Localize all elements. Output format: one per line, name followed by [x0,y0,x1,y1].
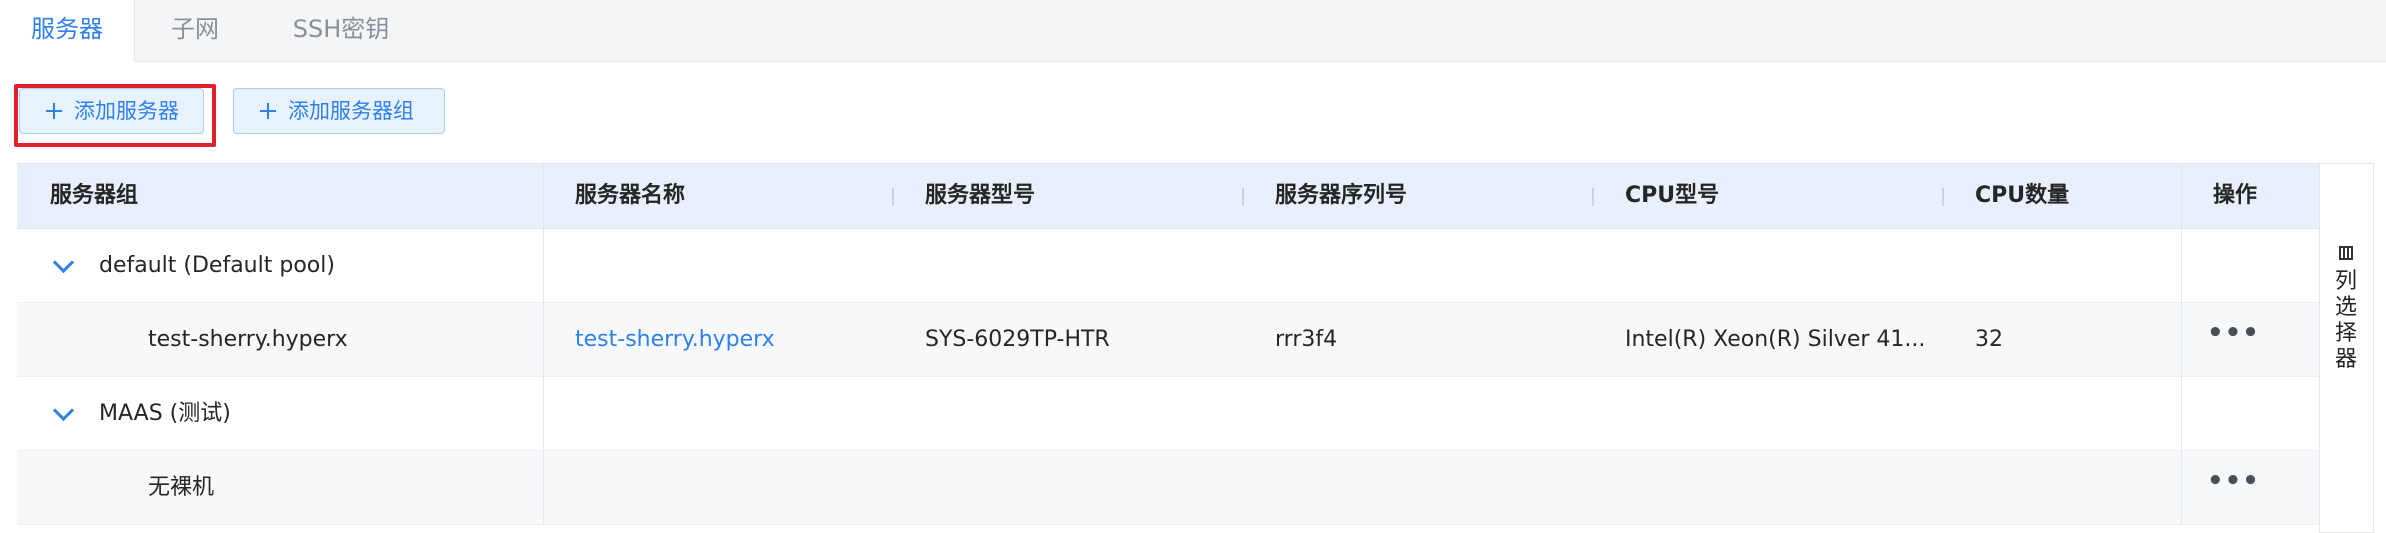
header-server-group: 服务器组 [50,183,139,208]
table-row: test-sherry.hyperx test-sherry.hyperx SY… [17,303,2319,377]
add-server-button[interactable]: 添加服务器 [19,88,204,134]
header-cpu-model: CPU型号 [1625,183,1720,208]
plus-icon [260,103,276,119]
column-divider [2181,163,2182,525]
server-name-link[interactable]: test-sherry.hyperx [575,303,775,376]
plus-icon [46,103,62,119]
more-actions-icon[interactable]: ••• [2207,451,2260,524]
column-resize-handle[interactable] [1592,188,1594,206]
column-selector-button[interactable]: 列选择器 [2319,163,2374,533]
header-cpu-count: CPU数量 [1975,183,2070,208]
cpu-model-cell: Intel(R) Xeon(R) Silver 41... [1625,327,1926,352]
column-selector-label: 列选择器 [2334,269,2357,372]
header-actions: 操作 [2213,183,2258,208]
tab-ssh-keys[interactable]: SSH密钥 [270,0,412,61]
header-server-name: 服务器名称 [575,183,686,208]
header-server-model: 服务器型号 [925,183,1036,208]
columns-icon [2339,246,2353,260]
header-server-serial: 服务器序列号 [1275,183,1408,208]
server-group-cell: 无裸机 [148,475,215,500]
group-label: MAAS (测试) [99,401,231,426]
add-server-label: 添加服务器 [74,99,179,123]
table-row: MAAS (测试) [17,377,2319,451]
group-label: default (Default pool) [99,253,335,278]
column-resize-handle[interactable] [1942,188,1944,206]
cpu-count-cell: 32 [1975,327,2003,352]
table-row: 无裸机 ••• [17,451,2319,525]
chevron-down-icon[interactable] [52,251,75,274]
chevron-down-icon[interactable] [52,399,75,422]
tab-servers[interactable]: 服务器 [0,0,135,62]
servers-table: 服务器组 服务器名称 服务器型号 服务器序列号 CPU型号 CPU数量 操作 d… [17,163,2319,533]
more-actions-icon[interactable]: ••• [2207,303,2260,376]
column-resize-handle[interactable] [1242,188,1244,206]
table-row: default (Default pool) [17,229,2319,303]
server-group-cell: test-sherry.hyperx [148,327,348,352]
table-header: 服务器组 服务器名称 服务器型号 服务器序列号 CPU型号 CPU数量 操作 [17,163,2319,229]
tab-bar: 服务器 子网 SSH密钥 [0,0,2386,62]
server-model-cell: SYS-6029TP-HTR [925,327,1110,352]
tab-subnets[interactable]: 子网 [150,0,240,61]
add-server-group-button[interactable]: 添加服务器组 [233,88,445,134]
column-divider [543,163,544,525]
column-resize-handle[interactable] [892,188,894,206]
server-serial-cell: rrr3f4 [1275,327,1338,352]
add-server-group-label: 添加服务器组 [288,99,414,123]
